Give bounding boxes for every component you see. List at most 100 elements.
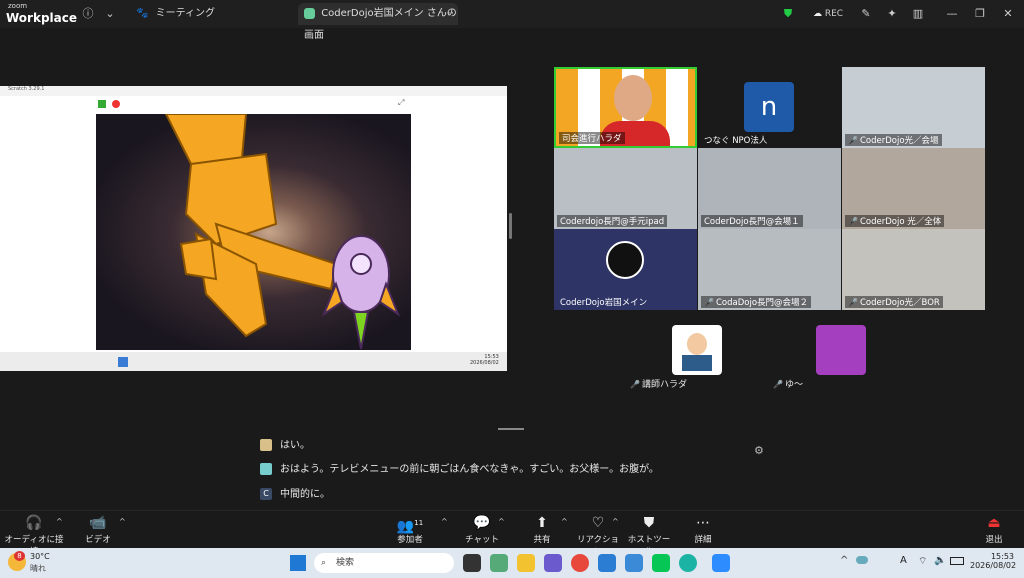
widgets-icon[interactable]	[490, 554, 508, 572]
tab-share-screen[interactable]: CoderDojo岩国メイン さんの画面 ⋯	[298, 3, 458, 41]
scratch-window-bar: Scratch 3.29.1	[0, 86, 507, 96]
title-bar: zoom Workplace ⓘ ⌄ 🐾 ミーティング CoderDojo岩国メ…	[0, 0, 1024, 41]
tab-meeting[interactable]: 🐾 ミーティング	[136, 3, 226, 25]
chat-button[interactable]: 💬 チャット	[464, 513, 500, 545]
video-tile[interactable]: 🎤 CoderDojo光／BOR	[842, 229, 985, 310]
chrome-icon[interactable]	[571, 554, 589, 572]
avatar: n	[744, 82, 794, 132]
chevron-up-icon[interactable]: ^	[840, 555, 848, 566]
zoom-icon[interactable]	[712, 554, 730, 572]
tile-name: つなぐ NPO法人	[704, 136, 768, 146]
taskview-icon[interactable]	[463, 554, 481, 572]
panel-drag-handle[interactable]	[498, 428, 524, 430]
mic-off-icon: 🎤	[630, 380, 640, 389]
more-button[interactable]: ⋯ 詳細	[686, 513, 720, 545]
audio-options-caret[interactable]: ^	[56, 517, 63, 526]
tile-name: 🎤 講師ハラダ	[630, 380, 687, 390]
avatar[interactable]	[816, 325, 866, 375]
mic-off-icon: 🎤	[704, 298, 714, 307]
more-icon: ⋯	[696, 515, 710, 531]
green-flag-icon[interactable]	[98, 100, 106, 108]
weather-desc: 晴れ	[30, 564, 46, 573]
tile-name: 🎤 CoderDojo 光／全体	[845, 215, 945, 227]
close-icon[interactable]: ✕	[1000, 6, 1016, 22]
more-icon[interactable]: ⋯	[444, 3, 454, 25]
rocket	[321, 235, 401, 350]
speaker-icon[interactable]: 🔈	[934, 555, 946, 566]
search-input[interactable]: ⌕ 検索	[314, 553, 454, 573]
cloud-icon[interactable]	[856, 556, 868, 564]
participants-options-caret[interactable]: ^	[441, 517, 448, 526]
edge-icon[interactable]	[679, 554, 697, 572]
mic-off-icon: 🎤	[848, 217, 858, 226]
weather-badge: 8	[14, 551, 25, 561]
avatar[interactable]	[672, 325, 722, 375]
tile-name: 🎤 CoderDojo光／BOR	[845, 296, 943, 308]
video-tile[interactable]: n つなぐ NPO法人	[698, 67, 841, 148]
line-icon[interactable]	[652, 554, 670, 572]
teams-icon[interactable]	[544, 554, 562, 572]
ime-indicator[interactable]: A	[900, 555, 907, 566]
chat-message: C 中間的に。	[260, 485, 330, 500]
chat-options-caret[interactable]: ^	[498, 517, 505, 526]
windows-start-icon[interactable]	[290, 555, 306, 571]
avatar	[260, 463, 272, 475]
mic-off-icon: 🎤	[773, 380, 783, 389]
restore-icon[interactable]: ❐	[972, 6, 988, 22]
leave-button[interactable]: ⏏ 退出	[978, 513, 1010, 545]
leave-icon: ⏏	[987, 515, 1001, 531]
video-tile[interactable]: 🎤 CodaDojo長門@会場２	[698, 229, 841, 310]
windows-start-icon	[118, 357, 128, 367]
video-tile[interactable]: 司会進行ハラダ	[554, 67, 697, 148]
video-tile[interactable]: Coderdojo長門@手元ipad	[554, 148, 697, 229]
video-tile[interactable]: CoderDojo岩国メイン	[554, 229, 697, 310]
share-button[interactable]: ⬆ 共有	[524, 513, 560, 545]
chevron-down-icon[interactable]: ⌄	[102, 6, 118, 22]
clock[interactable]: 15:53 2026/08/02	[970, 552, 1016, 570]
cat-head	[179, 237, 218, 281]
zoom-logo-workplace: Workplace	[6, 11, 78, 25]
chat-message: はい。	[260, 436, 310, 451]
share-options-caret[interactable]: ^	[561, 517, 568, 526]
tile-name: CoderDojo岩国メイン	[560, 298, 648, 308]
windows-taskbar: 8 30°C 晴れ ⌕ 検索 ^ A ⌔ 🔈 15:53 2026/08/02	[0, 548, 1024, 578]
person-face	[614, 75, 652, 121]
chat-icon: 💬	[473, 515, 491, 531]
wifi-icon[interactable]: ⌔	[918, 555, 927, 568]
shared-taskbar: 15:53 2026/08/02	[0, 352, 507, 371]
video-tile[interactable]: CoderDojo長門@会場１	[698, 148, 841, 229]
video-button[interactable]: 📹 ビデオ	[80, 513, 116, 545]
avatar	[260, 439, 272, 451]
video-tile[interactable]: 🎤 CoderDojo 光／全体	[842, 148, 985, 229]
sparkle-icon[interactable]: ✦	[884, 6, 900, 22]
obs-icon	[606, 241, 644, 279]
fullscreen-icon[interactable]: ⤢	[398, 98, 404, 108]
battery-icon[interactable]	[950, 557, 964, 565]
pen-icon[interactable]: ✎	[858, 6, 874, 22]
meeting-toolbar: 🎧 オーディオに接続 ^ 📹 ビデオ ^ 👥11 参加者 ^ 💬 チャット ^ …	[0, 510, 1024, 557]
splitter-handle[interactable]	[509, 213, 512, 239]
minimize-icon[interactable]: —	[944, 6, 960, 22]
stage-sprites	[164, 114, 401, 350]
chat-message: おはよう。テレビメニューの前に朝ごはん食べなきゃ。すごい。お父様ー。お腹が。	[260, 460, 659, 475]
mic-off-icon: 🎤	[848, 298, 858, 307]
video-options-caret[interactable]: ^	[119, 517, 126, 526]
participants-icon: 👥11	[396, 518, 424, 535]
store-icon[interactable]	[625, 554, 643, 572]
stop-icon[interactable]	[112, 100, 120, 108]
paw-icon: 🐾	[136, 8, 149, 19]
headphones-icon: 🎧	[25, 515, 43, 531]
tile-name: 🎤 CoderDojo光／会場	[845, 134, 942, 146]
shield-icon[interactable]: ⛊	[780, 6, 796, 22]
rec-button[interactable]: ☁ REC	[808, 6, 848, 22]
file-explorer-icon[interactable]	[517, 554, 535, 572]
participants-button[interactable]: 👥11 参加者	[392, 513, 428, 545]
layout-icon[interactable]: ▥	[910, 6, 926, 22]
app-icon[interactable]	[598, 554, 616, 572]
gear-icon[interactable]: ⚙	[754, 444, 764, 457]
video-tile[interactable]: 🎤 CoderDojo光／会場	[842, 67, 985, 148]
reactions-options-caret[interactable]: ^	[612, 517, 619, 526]
tile-name: 司会進行ハラダ	[559, 132, 625, 144]
info-icon[interactable]: ⓘ	[80, 6, 96, 22]
share-icon: ⬆	[536, 515, 548, 531]
